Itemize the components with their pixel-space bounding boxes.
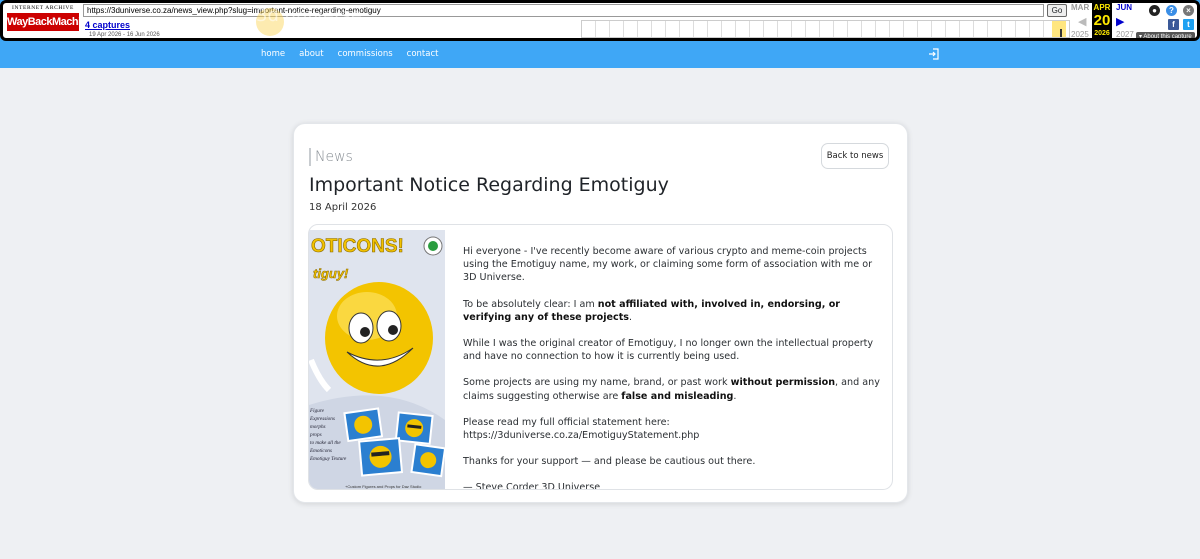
nav-about[interactable]: about: [299, 49, 324, 59]
article-title: Important Notice Regarding Emotiguy: [309, 174, 669, 196]
facebook-icon[interactable]: f: [1168, 19, 1179, 30]
wayback-go-button[interactable]: Go: [1047, 4, 1067, 17]
current-year: 2026: [1094, 30, 1110, 37]
svg-text:morphs: morphs: [310, 424, 326, 430]
current-capture-date: APR 20 2026: [1092, 3, 1112, 38]
svg-text:Figure: Figure: [309, 408, 325, 414]
paragraph-3: While I was the original creator of Emot…: [463, 338, 874, 363]
svg-text:props: props: [309, 432, 322, 438]
prev-year-link[interactable]: 2025: [1071, 30, 1089, 38]
brand-logo-icon[interactable]: [256, 8, 284, 36]
article-date: 18 April 2026: [309, 202, 377, 213]
about-capture-label: About this capture: [1143, 34, 1192, 40]
signature: — Steve Corder 3D Universe: [463, 482, 601, 490]
capture-sparkline[interactable]: [581, 20, 1070, 38]
article-text: Hi everyone - I've recently become aware…: [463, 245, 883, 490]
wayback-logo-main: WayBackMachine: [7, 13, 93, 31]
wayback-toolbar: INTERNET ARCHIVE WayBackMachine https://…: [0, 0, 1200, 41]
close-icon[interactable]: ×: [1183, 5, 1194, 16]
paragraph-6: Thanks for your support — and please be …: [463, 456, 756, 468]
about-capture-button[interactable]: ▾ About this capture: [1136, 32, 1195, 40]
twitter-icon[interactable]: t: [1183, 19, 1194, 30]
news-card: News Important Notice Regarding Emotiguy…: [293, 123, 908, 503]
back-to-news-button[interactable]: Back to news: [821, 143, 889, 169]
nav-commissions[interactable]: commissions: [338, 49, 393, 59]
account-icon[interactable]: ●: [1149, 5, 1160, 16]
sparkline-highlight: [1052, 21, 1066, 37]
svg-text:Emotiguy Texture: Emotiguy Texture: [309, 456, 347, 462]
current-day: 20: [1093, 12, 1111, 29]
wayback-logo-top: INTERNET ARCHIVE: [12, 5, 74, 11]
svg-text:Emoticons: Emoticons: [309, 448, 332, 454]
next-month-link[interactable]: JUN: [1116, 3, 1132, 12]
emoticons-product-image: OTICONS! tiguy! Figure Expressions morph…: [309, 230, 445, 489]
section-kicker: News: [309, 148, 353, 166]
wayback-logo[interactable]: INTERNET ARCHIVE WayBackMachine: [7, 5, 93, 37]
paragraph-2: To be absolutely clear: I am not affilia…: [463, 298, 841, 323]
svg-text:Expressions: Expressions: [309, 416, 335, 422]
next-year-link[interactable]: 2027: [1116, 30, 1134, 38]
paragraph-5: Please read my full official statement h…: [463, 416, 700, 442]
sparkline-capture-tick: [1060, 29, 1062, 37]
captures-link[interactable]: 4 captures: [85, 20, 130, 30]
nav-home[interactable]: home: [261, 49, 285, 59]
prev-month-link[interactable]: MAR: [1071, 3, 1089, 12]
next-capture-arrow-icon[interactable]: ▶: [1116, 15, 1124, 28]
image-banner-text: OTICONS!: [311, 236, 404, 257]
svg-text:to make all the: to make all the: [310, 440, 341, 446]
wayback-url-input[interactable]: https://3duniverse.co.za/news_view.php?s…: [83, 4, 1044, 17]
help-icon[interactable]: ?: [1166, 5, 1177, 16]
main-nav: home about commissions contact: [261, 49, 438, 59]
paragraph-1: Hi everyone - I've recently become aware…: [463, 246, 873, 284]
login-icon[interactable]: [928, 48, 940, 60]
nav-contact[interactable]: contact: [407, 49, 439, 59]
article-body: OTICONS! tiguy! Figure Expressions morph…: [308, 224, 893, 490]
bold-without-permission: without permission: [730, 377, 836, 389]
image-sub-text: tiguy!: [313, 266, 349, 281]
captures-date-range: 19 Apr 2026 - 16 Jun 2026: [89, 32, 160, 38]
prev-capture-arrow-icon[interactable]: ◀: [1078, 15, 1086, 28]
paragraph-4: Some projects are using my name, brand, …: [463, 377, 880, 402]
bold-false-misleading: false and misleading: [621, 390, 734, 402]
image-caption: +Custom Figures and Props for Daz Studio: [345, 484, 422, 489]
